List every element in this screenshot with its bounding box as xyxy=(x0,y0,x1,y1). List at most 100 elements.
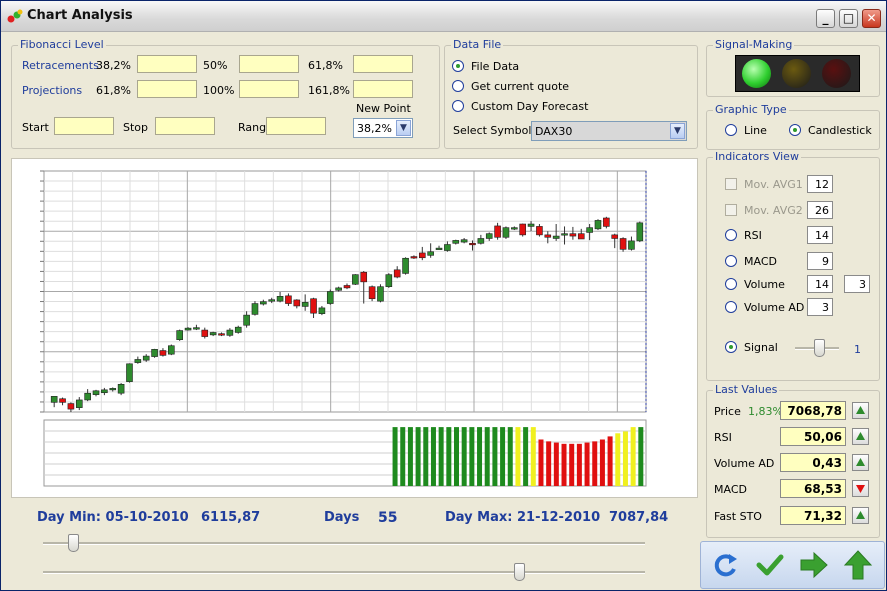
volume-ad-trend-button[interactable] xyxy=(852,454,869,471)
retracements-link[interactable]: Retracements xyxy=(22,59,99,72)
price-trend-button[interactable] xyxy=(852,402,869,419)
candlestick-chart[interactable] xyxy=(12,159,697,497)
rsi-field[interactable]: 14 xyxy=(807,226,833,244)
rsi-trend-button[interactable] xyxy=(852,428,869,445)
proj-value-3[interactable] xyxy=(353,80,413,98)
signal-bar xyxy=(530,427,536,486)
volume-ad-field[interactable]: 3 xyxy=(807,298,833,316)
red-light xyxy=(822,59,851,88)
signal-bar xyxy=(492,427,498,486)
proj-value-2[interactable] xyxy=(239,80,299,98)
radio-volume[interactable] xyxy=(725,278,737,290)
retr-value-3[interactable] xyxy=(353,55,413,73)
radio-candlestick[interactable] xyxy=(789,124,801,136)
option-line[interactable]: Line xyxy=(744,124,767,137)
proj-level-3: 161,8% xyxy=(308,84,350,97)
candle-body xyxy=(519,223,526,236)
option-file-data[interactable]: File Data xyxy=(471,60,519,73)
candle-body xyxy=(193,327,200,330)
fast-sto-trend-button[interactable] xyxy=(852,507,869,524)
rsi-value-label: RSI xyxy=(714,431,732,444)
arrow-down-icon xyxy=(856,485,865,493)
next-button[interactable] xyxy=(797,548,831,582)
mov-avg1-checkbox[interactable] xyxy=(725,178,737,190)
radio-current-quote[interactable] xyxy=(452,80,464,92)
fast-sto-value: 71,32 xyxy=(780,506,846,525)
confirm-button[interactable] xyxy=(753,548,787,582)
candle-body xyxy=(385,274,393,287)
window-title: Chart Analysis xyxy=(27,8,133,23)
close-button[interactable]: ✕ xyxy=(862,9,881,28)
upper-range-slider-track[interactable] xyxy=(43,542,645,545)
candle-body xyxy=(268,299,276,302)
signal-bar xyxy=(638,427,644,486)
projections-link[interactable]: Projections xyxy=(22,84,82,97)
chart-analysis-window: Chart Analysis _ □ ✕ Fibonacci Level Ret… xyxy=(0,0,887,591)
signal-slider-thumb[interactable] xyxy=(814,339,826,357)
mov-avg1-field[interactable]: 12 xyxy=(807,175,833,193)
macd-value: 68,53 xyxy=(780,479,846,498)
candle-body xyxy=(117,383,125,394)
candle-body xyxy=(293,299,301,307)
last-values-title: Last Values xyxy=(713,383,780,396)
start-label: Start xyxy=(22,121,49,134)
candle-body xyxy=(636,222,644,242)
radio-macd[interactable] xyxy=(725,255,737,267)
new-point-select[interactable]: 38,2% ▼ xyxy=(353,118,413,138)
title-bar[interactable]: Chart Analysis _ □ ✕ xyxy=(1,1,886,32)
option-current-quote[interactable]: Get current quote xyxy=(471,80,569,93)
retr-value-2[interactable] xyxy=(239,55,299,73)
candle-body xyxy=(234,326,242,333)
mov-avg2-checkbox[interactable] xyxy=(725,204,737,216)
candle-body xyxy=(59,398,66,403)
arrow-up-icon xyxy=(856,432,865,440)
signal-bar xyxy=(599,439,605,486)
refresh-button[interactable] xyxy=(709,548,743,582)
minimize-button[interactable]: _ xyxy=(816,9,835,28)
volume-field[interactable]: 14 xyxy=(807,275,833,293)
signal-bar xyxy=(584,442,590,486)
radio-file-data[interactable] xyxy=(452,60,464,72)
signal-bar xyxy=(561,443,567,486)
signal-bar xyxy=(515,427,521,486)
candle-body xyxy=(418,252,426,259)
macd-field[interactable]: 9 xyxy=(807,252,833,270)
lower-range-slider-thumb[interactable] xyxy=(513,563,525,581)
signal-bar xyxy=(407,427,413,486)
symbol-select[interactable]: DAX30 ▼ xyxy=(531,121,687,141)
proj-value-1[interactable] xyxy=(137,80,197,98)
candle-body xyxy=(134,359,142,363)
upper-range-slider-thumb[interactable] xyxy=(68,534,80,552)
range-field[interactable] xyxy=(266,117,326,135)
maximize-button[interactable]: □ xyxy=(839,9,858,28)
volume-field-2[interactable]: 3 xyxy=(844,275,870,293)
candle-body xyxy=(50,396,58,403)
candle-body xyxy=(536,226,543,236)
radio-volume-ad[interactable] xyxy=(725,301,737,313)
option-custom-forecast[interactable]: Custom Day Forecast xyxy=(471,100,588,113)
fibonacci-title: Fibonacci Level xyxy=(18,38,106,51)
retr-level-2: 50% xyxy=(203,59,228,72)
candle-body xyxy=(101,389,108,394)
volume-ad-value: 0,43 xyxy=(780,453,846,472)
candle-body xyxy=(75,399,83,408)
candle-body xyxy=(393,269,401,278)
start-field[interactable] xyxy=(54,117,114,135)
radio-rsi[interactable] xyxy=(725,229,737,241)
radio-signal[interactable] xyxy=(725,341,737,353)
signal-bar xyxy=(507,427,513,486)
up-button[interactable] xyxy=(841,548,875,582)
signal-bar xyxy=(461,427,467,486)
macd-trend-button[interactable] xyxy=(852,480,869,497)
radio-line[interactable] xyxy=(725,124,737,136)
lower-range-slider-track[interactable] xyxy=(43,571,645,574)
mov-avg2-field[interactable]: 26 xyxy=(807,201,833,219)
candle-body xyxy=(251,303,259,315)
arrow-up-icon xyxy=(856,511,865,519)
radio-custom-forecast[interactable] xyxy=(452,100,464,112)
signal-bar xyxy=(484,427,490,486)
retr-value-1[interactable] xyxy=(137,55,197,73)
candle-body xyxy=(368,286,376,300)
stop-field[interactable] xyxy=(155,117,215,135)
option-candlestick[interactable]: Candlestick xyxy=(808,124,872,137)
